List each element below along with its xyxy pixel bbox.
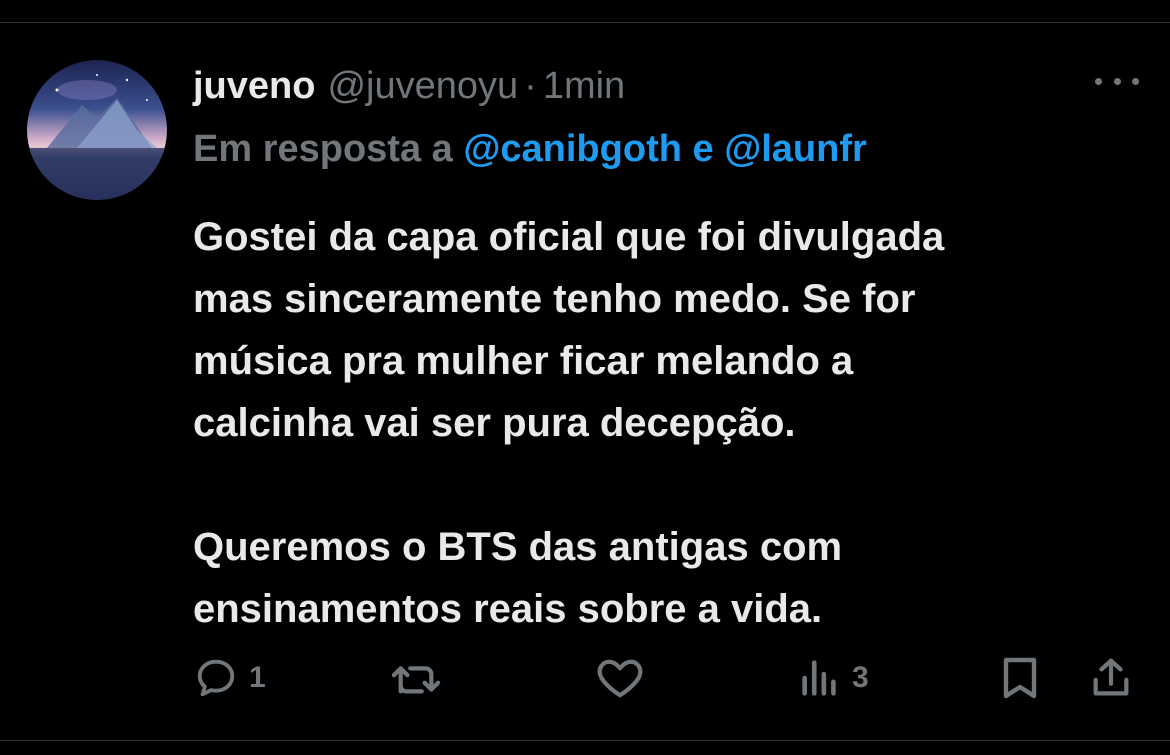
more-options-button[interactable]: [1095, 66, 1139, 96]
reply-button[interactable]: 1: [193, 650, 266, 706]
bookmark-button[interactable]: [998, 650, 1042, 706]
retweet-icon: [391, 666, 441, 694]
tweet-text-line: Queremos o BTS das antigas com: [193, 525, 843, 569]
mention-link-2[interactable]: @launfr: [724, 128, 867, 170]
avatar-image: [27, 60, 167, 200]
avatar[interactable]: [27, 60, 167, 200]
reply-count: 1: [249, 661, 266, 694]
share-icon: [1093, 658, 1129, 696]
tweet-actions: 1 3: [193, 650, 1143, 706]
user-handle[interactable]: @juvenoyu: [327, 65, 518, 108]
retweet-button[interactable]: [388, 650, 454, 706]
heart-icon: [597, 659, 643, 698]
views-button[interactable]: 3: [798, 650, 869, 706]
reply-prefix: Em resposta a: [193, 128, 464, 170]
bottom-divider: [0, 740, 1170, 741]
separator-dot: ·: [524, 64, 537, 107]
bookmark-icon: [1003, 657, 1037, 699]
reply-context: Em resposta a @canibgoth e @launfr: [193, 128, 867, 171]
display-name[interactable]: juveno: [193, 65, 315, 108]
share-button[interactable]: [1088, 650, 1134, 706]
tweet-timestamp[interactable]: 1min: [543, 65, 625, 108]
tweet-header: juveno @juvenoyu · 1min: [193, 62, 625, 110]
reply-bubble-icon: [197, 659, 235, 697]
reply-joiner: e: [681, 128, 725, 170]
tweet-text-line: mas sinceramente tenho medo. Se for: [193, 277, 916, 321]
views-chart-icon: [802, 660, 836, 696]
tweet-text-line: calcinha vai ser pura decepção.: [193, 401, 796, 445]
more-horizontal-icon: [1095, 77, 1102, 85]
mention-link-1[interactable]: @canibgoth: [463, 128, 682, 170]
views-count: 3: [852, 661, 869, 694]
top-divider: [0, 22, 1170, 23]
like-button[interactable]: [595, 650, 655, 706]
tweet-body: Gostei da capa oficial que foi divulgada…: [193, 206, 1143, 640]
tweet-text-line: música pra mulher ficar melando a: [193, 339, 854, 383]
tweet-text-line: Gostei da capa oficial que foi divulgada: [193, 215, 945, 259]
tweet-text-line: ensinamentos reais sobre a vida.: [193, 587, 823, 631]
